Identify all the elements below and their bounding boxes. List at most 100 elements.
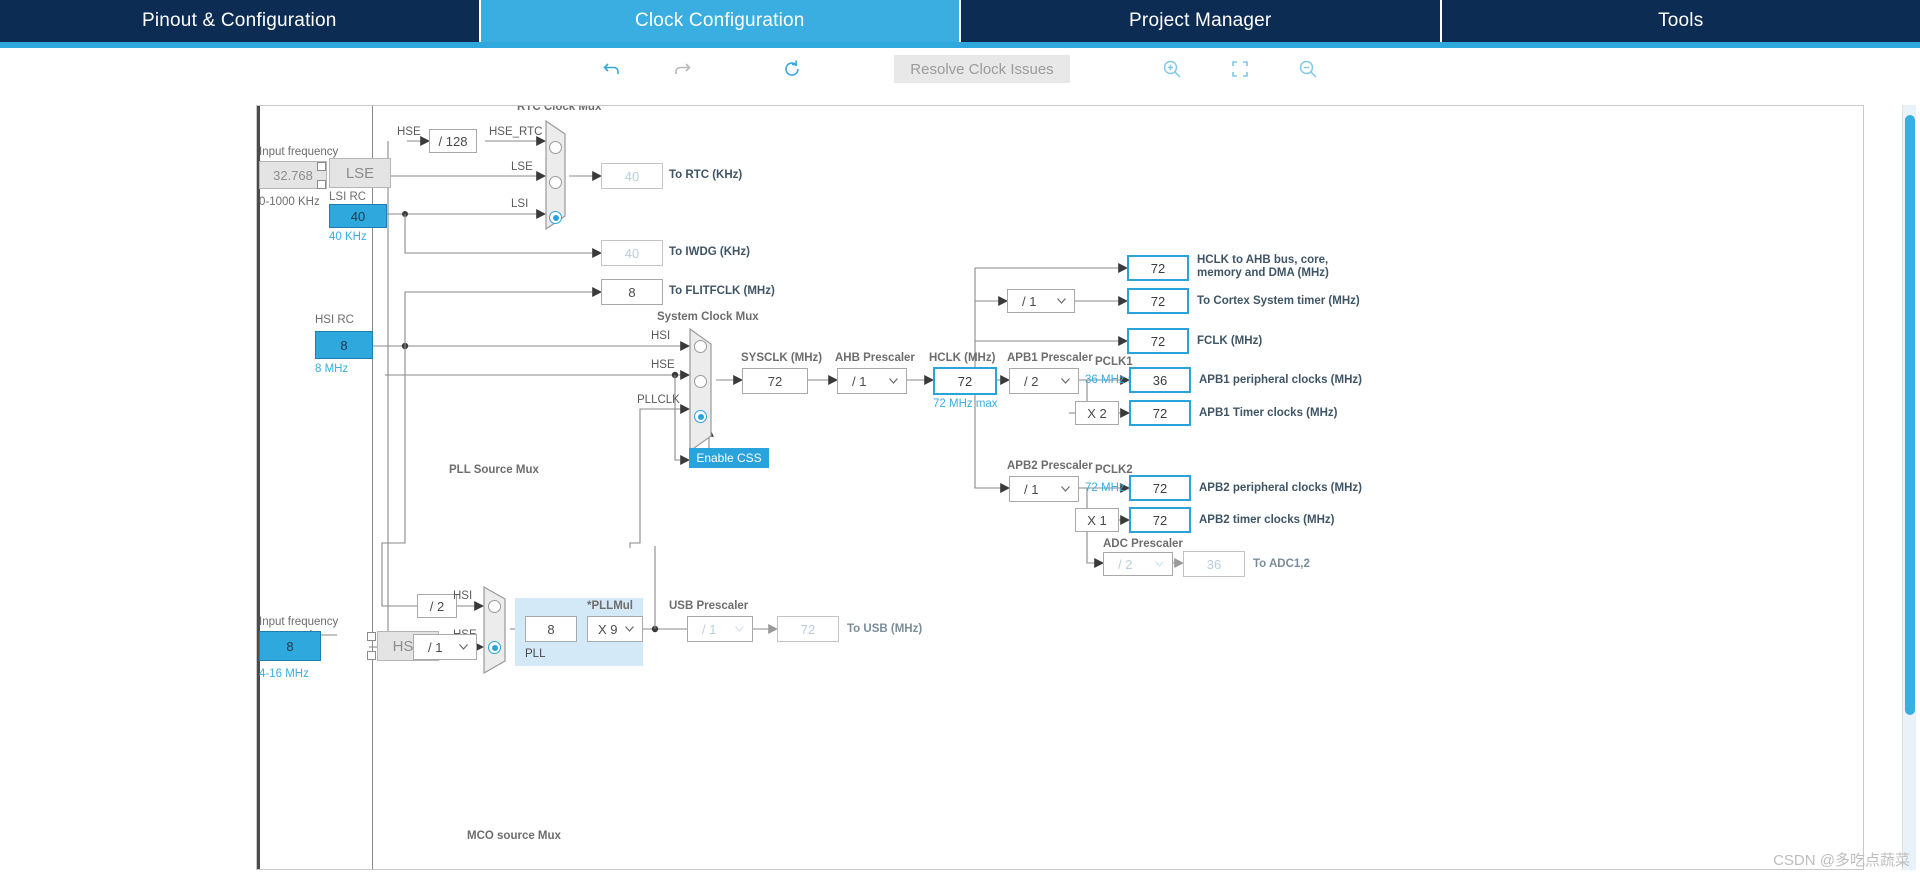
pll-source-mux-input-hsi-label: HSI xyxy=(453,590,473,602)
pll-group-label: PLL xyxy=(525,648,546,660)
hclk-label: HCLK (MHz) xyxy=(929,352,996,364)
enable-css-button[interactable]: Enable CSS xyxy=(689,448,769,468)
tab-label: Project Manager xyxy=(1129,10,1272,31)
undo-icon[interactable] xyxy=(590,54,634,84)
rtc-mux-option-lse[interactable] xyxy=(549,176,562,189)
pclk1-label: PCLK1 xyxy=(1095,356,1133,368)
system-clock-mux-title: System Clock Mux xyxy=(657,311,759,323)
to-usb-value: 72 xyxy=(777,616,839,642)
hsi-rc-title: HSI RC xyxy=(315,314,354,326)
apb1-prescaler-select[interactable]: / 2 xyxy=(1009,368,1079,394)
clock-toolbar: Resolve Clock Issues xyxy=(0,48,1920,90)
pll-input-value: 8 xyxy=(525,616,577,642)
rtc-clock-mux-title: RTC Clock Mux xyxy=(517,105,602,113)
tab-pinout-configuration[interactable]: Pinout & Configuration xyxy=(0,0,481,42)
ahb-prescaler-select[interactable]: / 1 xyxy=(837,368,907,394)
cortex-prescaler-select[interactable]: / 1 xyxy=(1007,289,1075,313)
pllmul-select[interactable]: X 9 xyxy=(587,616,643,642)
cortex-systimer-output-label: To Cortex System timer (MHz) xyxy=(1197,295,1360,307)
hse-rtc-divider: / 128 xyxy=(429,129,477,153)
adc-prescaler-label: ADC Prescaler xyxy=(1103,538,1183,550)
hsi-div2-box: / 2 xyxy=(417,594,457,618)
lse-oscillator[interactable]: LSE xyxy=(329,158,391,188)
fclk-output-value: 72 xyxy=(1127,328,1189,354)
pllmul-label: *PLLMul xyxy=(587,600,633,612)
hsi-rc-value[interactable]: 8 xyxy=(315,331,373,359)
watermark-text: CSDN @多吃点蔬菜 xyxy=(1773,852,1910,869)
hse-divider-select[interactable]: / 1 xyxy=(413,634,477,660)
fit-to-screen-icon[interactable] xyxy=(1218,54,1262,84)
hse-input-frequency-field[interactable]: 8 xyxy=(259,631,321,661)
apb1-peripheral-clock-label: APB1 peripheral clocks (MHz) xyxy=(1199,374,1362,386)
tab-project-manager[interactable]: Project Manager xyxy=(961,0,1442,42)
apb2-timer-clock-label: APB2 timer clocks (MHz) xyxy=(1199,514,1335,526)
lsi-rc-value[interactable]: 40 xyxy=(329,204,387,228)
rtc-mux-input-lsi-label: LSI xyxy=(511,198,529,210)
tab-label: Tools xyxy=(1658,10,1704,31)
apb2-prescaler-select[interactable]: / 1 xyxy=(1009,476,1079,502)
cortex-prescaler-value: / 1 xyxy=(1022,293,1037,309)
pllmul-value: X 9 xyxy=(598,621,618,637)
tab-label: Clock Configuration xyxy=(634,10,805,31)
ahb-prescaler-label: AHB Prescaler xyxy=(835,352,915,364)
system-clock-mux-input-pllclk-label: PLLCLK xyxy=(637,394,680,406)
apb2-prescaler-label: APB2 Prescaler xyxy=(1007,460,1093,472)
pll-source-mux-option-hse[interactable] xyxy=(488,641,501,654)
to-iwdg-label: To IWDG (KHz) xyxy=(669,246,750,258)
hse-divider-value: / 1 xyxy=(428,639,443,655)
hse-range-label: 4-16 MHz xyxy=(259,668,309,680)
apb1-peripheral-clock-value: 36 xyxy=(1129,367,1191,393)
sysclk-label: SYSCLK (MHz) xyxy=(741,352,823,364)
apb2-prescaler-value: / 1 xyxy=(1024,481,1039,497)
zoom-in-icon[interactable] xyxy=(1150,54,1194,84)
chevron-down-icon xyxy=(1061,378,1070,384)
adc-output-value: 36 xyxy=(1183,551,1245,577)
mco-source-mux-title: MCO source Mux xyxy=(467,830,561,842)
usb-prescaler-value: / 1 xyxy=(702,621,717,637)
apb2-timer-clock-value: 72 xyxy=(1129,507,1191,533)
rtc-mux-option-lsi[interactable] xyxy=(549,211,562,224)
pll-source-mux-title: PLL Source Mux xyxy=(449,464,539,476)
to-usb-label: To USB (MHz) xyxy=(847,623,923,635)
redo-icon[interactable] xyxy=(660,54,704,84)
pll-source-mux[interactable] xyxy=(483,585,513,679)
zoom-out-icon[interactable] xyxy=(1286,54,1330,84)
rtc-mux-option-hse-rtc[interactable] xyxy=(549,141,562,154)
adc-output-label: To ADC1,2 xyxy=(1253,558,1310,570)
apb1-timer-clock-value: 72 xyxy=(1129,400,1191,426)
adc-prescaler-select[interactable]: / 2 xyxy=(1103,552,1173,576)
tab-tools[interactable]: Tools xyxy=(1441,0,1920,42)
usb-prescaler-select[interactable]: / 1 xyxy=(687,616,753,642)
system-clock-mux-input-hsi-label: HSI xyxy=(651,330,671,342)
resolve-clock-issues-button[interactable]: Resolve Clock Issues xyxy=(894,55,1070,83)
lsi-rc-unit: 40 KHz xyxy=(329,231,367,243)
clock-tree-canvas: Input frequency 32.768 0-1000 KHz LSE LS… xyxy=(256,105,1864,870)
lsi-rc-title: LSI RC xyxy=(329,191,367,203)
sysclk-value: 72 xyxy=(742,368,808,394)
hclk-ahb-output-label: HCLK to AHB bus, core, memory and DMA (M… xyxy=(1197,254,1329,279)
clock-diagram-wrapper: Input frequency 32.768 0-1000 KHz LSE LS… xyxy=(256,105,1916,870)
hclk-max-label: 72 MHz max xyxy=(933,398,998,410)
pll-source-mux-option-hsi[interactable] xyxy=(488,600,501,613)
tab-label: Pinout & Configuration xyxy=(141,10,337,31)
hse-port-in xyxy=(367,632,376,641)
system-clock-mux-option-hsi[interactable] xyxy=(694,340,707,353)
to-flitfclk-label: To FLITFCLK (MHz) xyxy=(669,285,775,297)
rtc-mux-input-lse-label: LSE xyxy=(511,161,533,173)
apb2-timer-multiplier: X 1 xyxy=(1075,508,1119,532)
reset-icon[interactable] xyxy=(770,54,814,84)
lse-port-in xyxy=(317,162,326,171)
tab-clock-configuration[interactable]: Clock Configuration xyxy=(480,0,961,42)
hse-rtc-input-label: HSE xyxy=(397,126,421,138)
pclk2-label: PCLK2 xyxy=(1095,464,1133,476)
chevron-down-icon xyxy=(1057,298,1066,304)
cortex-systimer-output-value: 72 xyxy=(1127,288,1189,314)
chevron-down-icon xyxy=(1155,561,1164,567)
adc-prescaler-value: / 2 xyxy=(1118,556,1133,572)
system-clock-mux-input-hse-label: HSE xyxy=(651,359,675,371)
system-clock-mux-option-pllclk[interactable] xyxy=(694,410,707,423)
system-clock-mux-option-hse[interactable] xyxy=(694,375,707,388)
to-flitfclk-value: 8 xyxy=(601,279,663,305)
chevron-down-icon xyxy=(735,626,744,632)
apb1-timer-clock-label: APB1 Timer clocks (MHz) xyxy=(1199,407,1338,419)
